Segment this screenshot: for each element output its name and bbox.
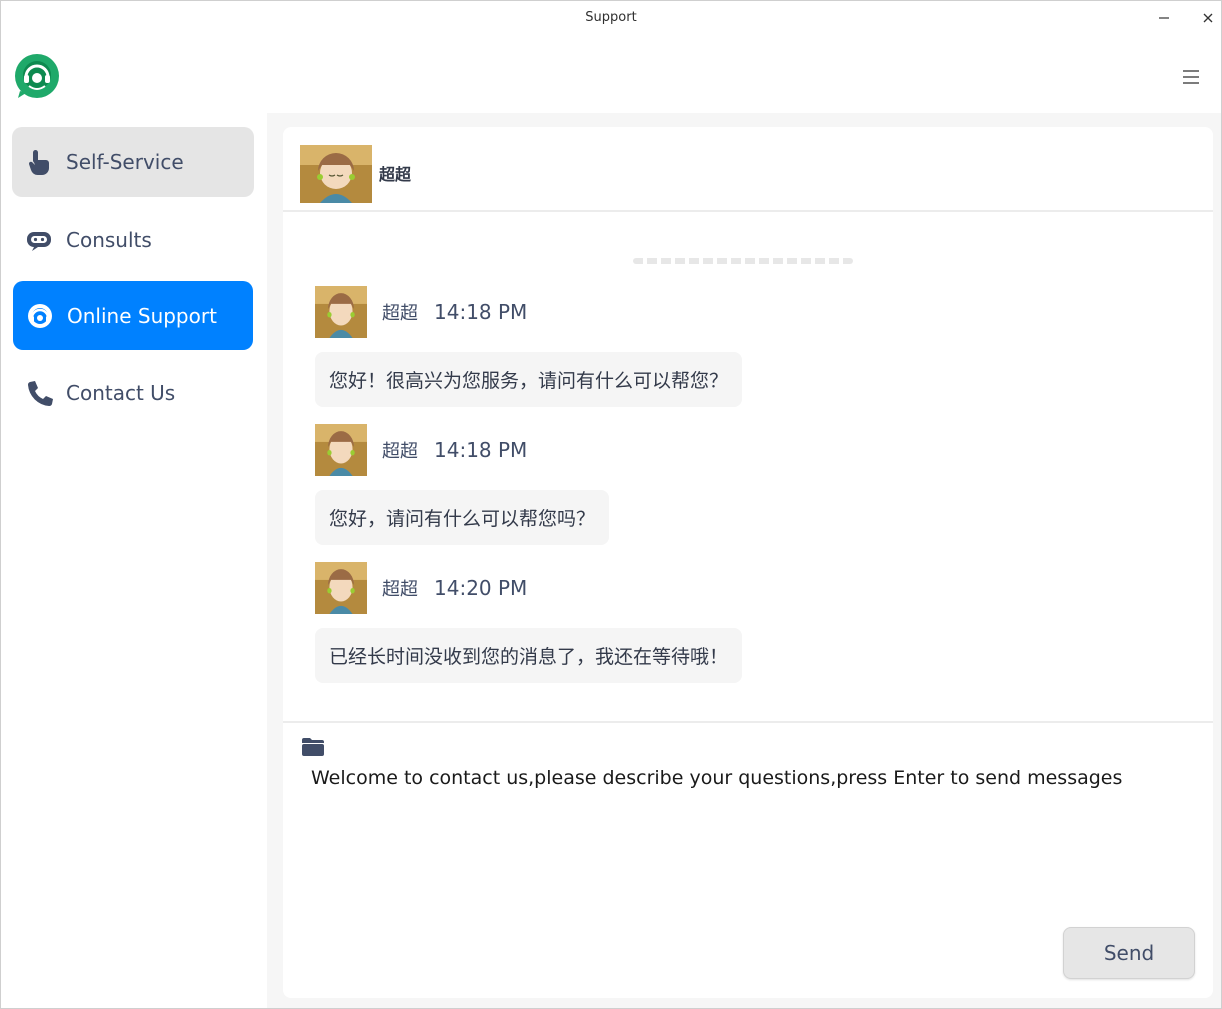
chat-header: 超超: [283, 127, 1213, 212]
close-button[interactable]: [1197, 7, 1219, 29]
message-time: 14:20 PM: [434, 576, 528, 600]
message-input[interactable]: [311, 767, 1191, 937]
message-time: 14:18 PM: [434, 300, 528, 324]
avatar: [315, 562, 367, 614]
chat-bot-icon: [24, 225, 54, 255]
sidebar-item-consults[interactable]: Consults: [12, 205, 254, 275]
contact-name: 超超: [379, 165, 412, 184]
message-time: 14:18 PM: [434, 438, 528, 462]
support-window: Support Self-Service Consults Online Sup…: [0, 0, 1222, 1009]
chat-panel: 超超 超超 14:18 PM 您好！很高兴为您服务，请问有什么可以帮您？ 超超 …: [283, 127, 1213, 998]
sidebar-item-label: Contact Us: [66, 381, 176, 405]
attach-file-button[interactable]: [301, 737, 325, 757]
avatar: [315, 424, 367, 476]
close-icon: [1203, 13, 1213, 23]
message-sender: 超超: [382, 303, 418, 324]
send-button[interactable]: Send: [1063, 927, 1195, 979]
main-menu-button[interactable]: [1177, 63, 1205, 91]
window-title: Support: [585, 10, 637, 25]
message-bubble: 您好！很高兴为您服务，请问有什么可以帮您？: [315, 352, 743, 407]
message-bubble: 您好，请问有什么可以帮您吗？: [315, 490, 610, 545]
message-list[interactable]: 超超 14:18 PM 您好！很高兴为您服务，请问有什么可以帮您？ 超超 14:…: [283, 214, 1213, 721]
hamburger-menu-icon: [1183, 70, 1199, 84]
message-meta: 超超 14:20 PM: [315, 562, 527, 614]
avatar: [315, 286, 367, 338]
message-bubble: 已经长时间没收到您的消息了，我还在等待哦！: [315, 628, 743, 683]
minimize-icon: [1159, 17, 1169, 19]
titlebar: Support: [1, 1, 1221, 113]
phone-icon: [24, 378, 54, 408]
sidebar-item-self-service[interactable]: Self-Service: [12, 127, 254, 197]
sidebar-item-online-support[interactable]: Online Support: [13, 281, 253, 350]
sidebar-item-label: Self-Service: [66, 150, 184, 174]
sidebar-item-label: Online Support: [67, 303, 217, 328]
message-meta: 超超 14:18 PM: [315, 286, 527, 338]
headset-icon: [25, 301, 55, 331]
divider: [633, 258, 853, 264]
folder-icon: [302, 738, 324, 756]
sidebar-item-label: Consults: [66, 228, 152, 252]
sidebar: Self-Service Consults Online Support Con…: [1, 113, 267, 1008]
message-meta: 超超 14:18 PM: [315, 424, 527, 476]
avatar: [300, 145, 372, 203]
message-sender: 超超: [382, 579, 418, 600]
minimize-button[interactable]: [1153, 7, 1175, 29]
sidebar-item-contact-us[interactable]: Contact Us: [12, 358, 254, 428]
app-logo: [14, 53, 60, 99]
message-sender: 超超: [382, 441, 418, 462]
hand-pointer-icon: [24, 147, 54, 177]
